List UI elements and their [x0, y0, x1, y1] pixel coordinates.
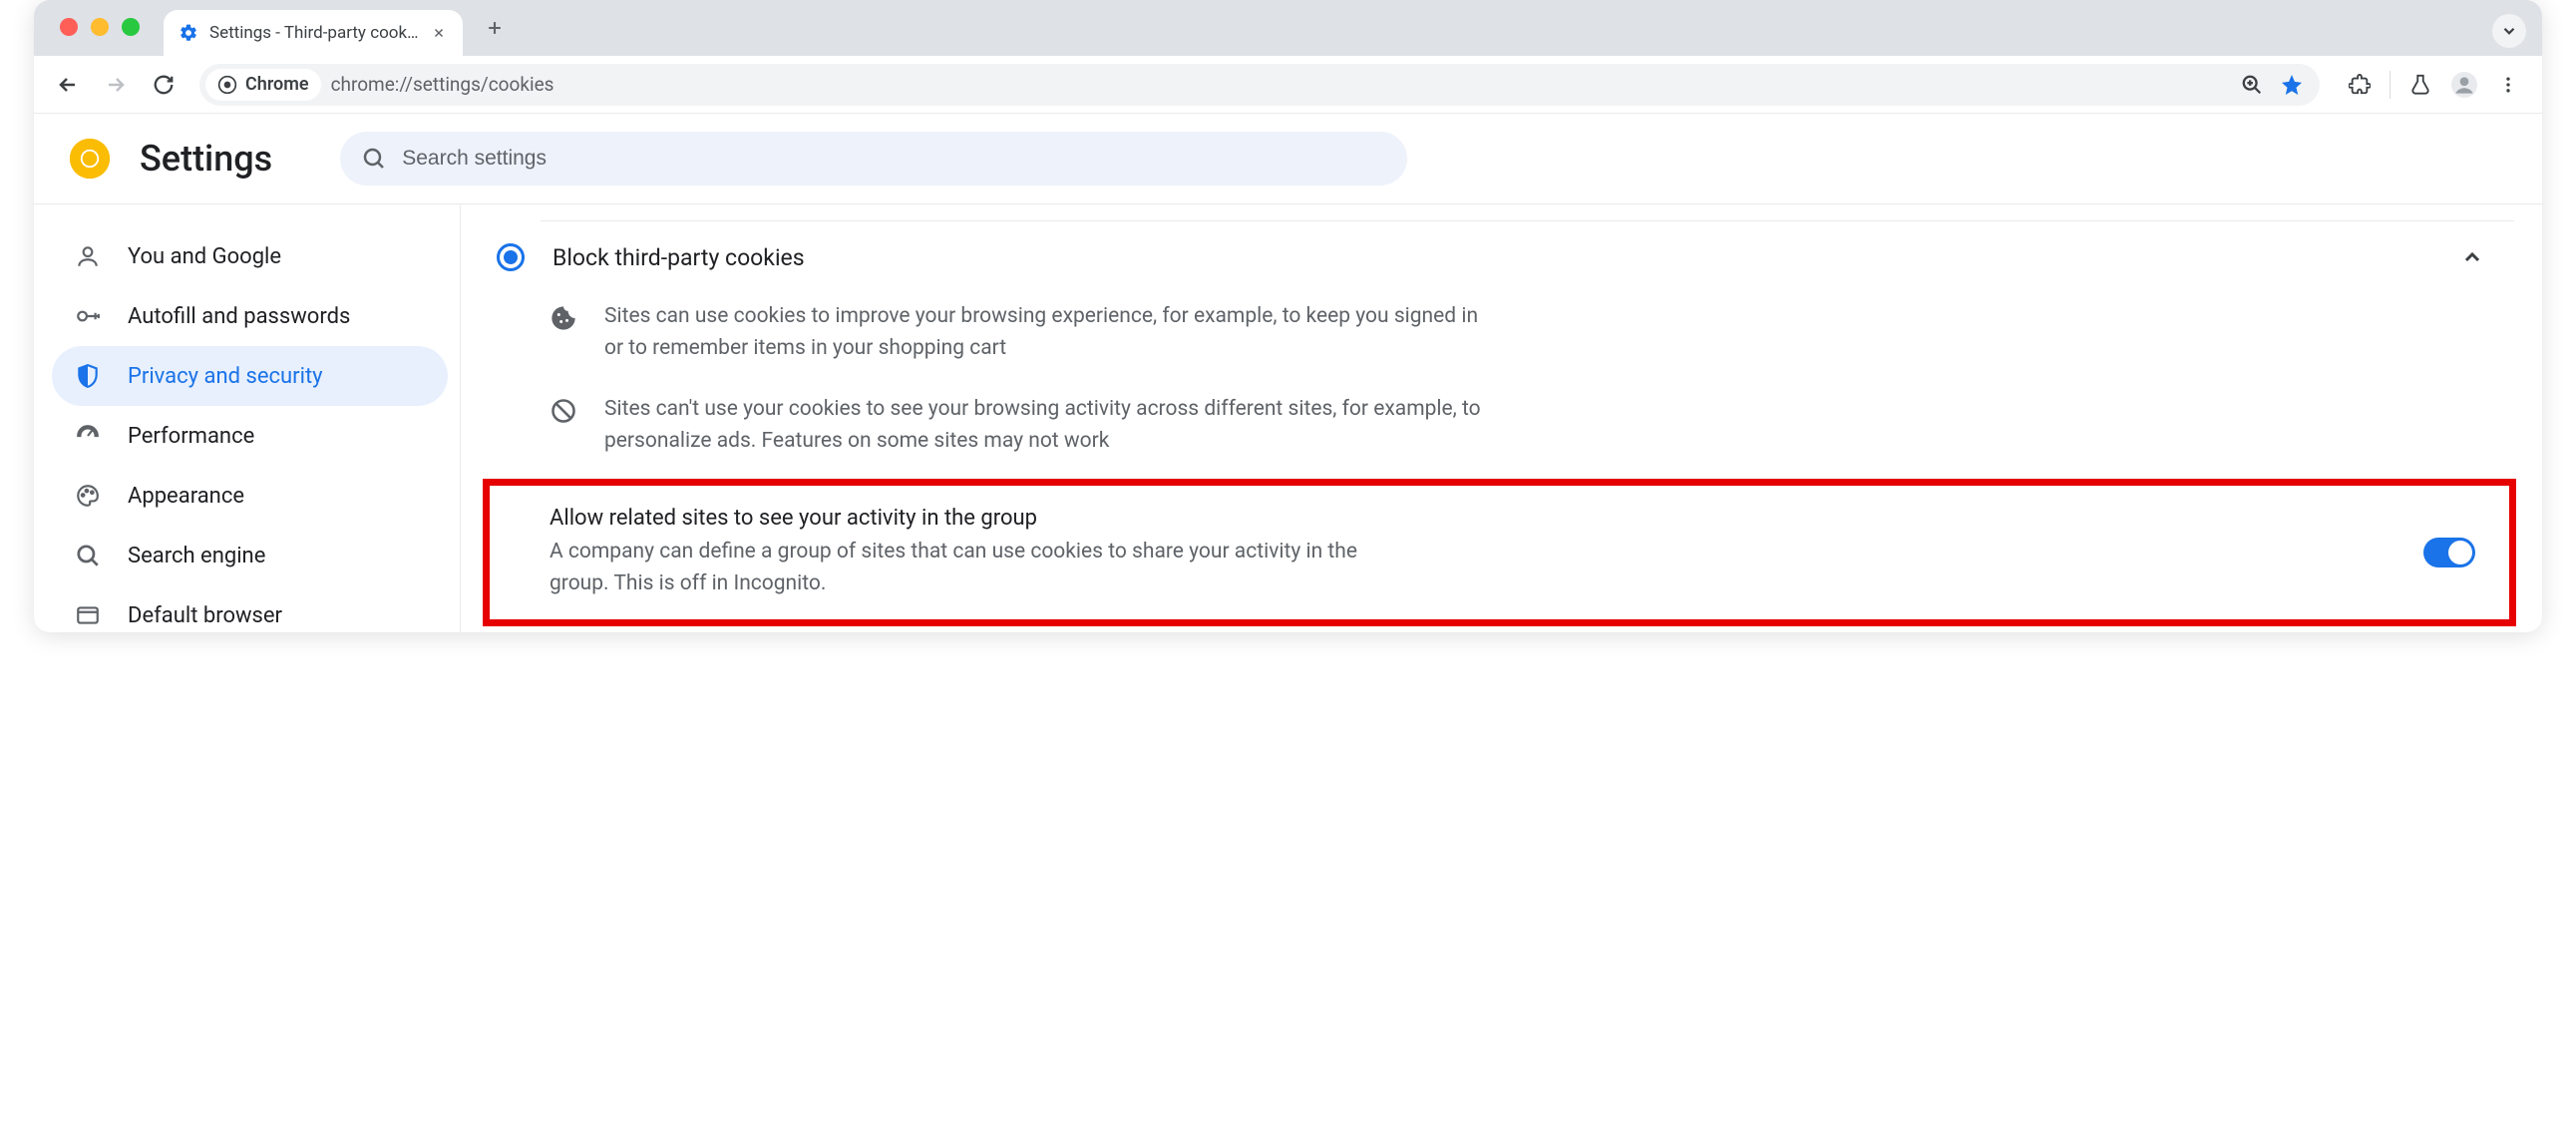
labs-icon[interactable] [2400, 65, 2440, 105]
chevron-up-icon[interactable] [2458, 243, 2486, 271]
page-title: Settings [140, 138, 272, 180]
cookie-icon [549, 303, 578, 333]
menu-icon[interactable] [2488, 65, 2528, 105]
back-button[interactable] [48, 65, 88, 105]
sidebar-item-label: You and Google [128, 244, 281, 269]
minimize-window-button[interactable] [91, 18, 109, 36]
forward-button[interactable] [96, 65, 136, 105]
speed-icon [74, 422, 102, 450]
browser-window: Settings - Third-party cookies Chrome [34, 0, 2542, 632]
sidebar-item-label: Autofill and passwords [128, 304, 350, 329]
zoom-icon[interactable] [2232, 65, 2272, 105]
highlighted-setting: Allow related sites to see your activity… [483, 479, 2516, 626]
sidebar-item-appearance[interactable]: Appearance [52, 466, 448, 526]
toggle-knob [2448, 541, 2472, 564]
profile-icon[interactable] [2444, 65, 2484, 105]
description-text: Sites can't use your cookies to see your… [604, 394, 1482, 457]
option-title: Block third-party cookies [552, 244, 2458, 271]
tab-strip: Settings - Third-party cookies [34, 0, 2542, 56]
tab-overflow-button[interactable] [2492, 14, 2526, 48]
highlight-description: A company can define a group of sites th… [550, 537, 1387, 599]
tab-title: Settings - Third-party cookies [209, 23, 421, 43]
cookie-option-card: Block third-party cookies Sites can use … [489, 220, 2514, 632]
chrome-icon [217, 75, 237, 95]
palette-icon [74, 482, 102, 510]
person-icon [74, 242, 102, 270]
key-icon [74, 302, 102, 330]
close-tab-icon[interactable] [429, 23, 449, 43]
toolbar-actions [2340, 65, 2528, 105]
toggle-switch[interactable] [2423, 538, 2475, 567]
browser-icon [74, 601, 102, 629]
toolbar: Chrome chrome://settings/cookies [34, 56, 2542, 114]
sidebar-item-label: Appearance [128, 484, 244, 509]
search-input[interactable] [402, 147, 1385, 171]
separator [2390, 71, 2391, 99]
sidebar-item-label: Performance [128, 424, 254, 449]
content-row: You and Google Autofill and passwords Pr… [34, 203, 2542, 632]
search-settings-box[interactable] [340, 132, 1407, 186]
reload-button[interactable] [144, 65, 184, 105]
maximize-window-button[interactable] [122, 18, 140, 36]
option-header[interactable]: Block third-party cookies [489, 239, 2514, 293]
extensions-icon[interactable] [2340, 65, 2380, 105]
sidebar-item-performance[interactable]: Performance [52, 406, 448, 466]
close-window-button[interactable] [60, 18, 78, 36]
sidebar-item-default-browser[interactable]: Default browser [52, 585, 448, 632]
description-row-allow: Sites can use cookies to improve your br… [489, 293, 2514, 386]
search-icon [74, 542, 102, 569]
gear-icon [178, 22, 199, 44]
omnibox[interactable]: Chrome chrome://settings/cookies [199, 64, 2320, 106]
sidebar-item-you-and-google[interactable]: You and Google [52, 226, 448, 286]
chrome-logo-icon [68, 137, 112, 181]
window-controls [60, 18, 140, 36]
sidebar-item-autofill[interactable]: Autofill and passwords [52, 286, 448, 346]
sidebar: You and Google Autofill and passwords Pr… [34, 204, 461, 632]
description-text: Sites can use cookies to improve your br… [604, 301, 1482, 364]
block-icon [549, 396, 578, 426]
site-chip[interactable]: Chrome [205, 69, 321, 101]
main-content: Block third-party cookies Sites can use … [461, 204, 2542, 632]
browser-tab[interactable]: Settings - Third-party cookies [164, 10, 463, 56]
separator [541, 220, 2514, 221]
sidebar-item-label: Default browser [128, 603, 282, 628]
highlight-title: Allow related sites to see your activity… [550, 506, 2423, 531]
bookmark-icon[interactable] [2272, 65, 2312, 105]
url-text: chrome://settings/cookies [331, 73, 2232, 96]
highlight-text: Allow related sites to see your activity… [550, 506, 2423, 599]
new-tab-button[interactable] [477, 10, 513, 46]
sidebar-item-label: Search engine [128, 544, 265, 568]
sidebar-item-search-engine[interactable]: Search engine [52, 526, 448, 585]
shield-icon [74, 362, 102, 390]
description-row-block: Sites can't use your cookies to see your… [489, 386, 2514, 479]
sidebar-item-label: Privacy and security [128, 364, 323, 389]
sidebar-item-privacy-security[interactable]: Privacy and security [52, 346, 448, 406]
radio-selected[interactable] [497, 243, 525, 271]
search-icon [362, 147, 386, 171]
site-chip-label: Chrome [245, 74, 309, 95]
settings-header: Settings [34, 114, 2542, 203]
